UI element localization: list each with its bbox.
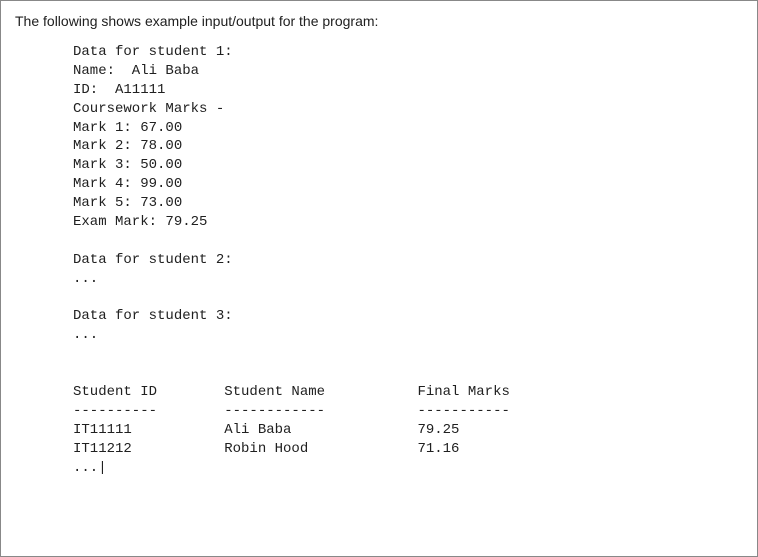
- intro-text: The following shows example input/output…: [15, 13, 743, 29]
- example-io-block: Data for student 1: Name: Ali Baba ID: A…: [73, 43, 743, 477]
- document-page: The following shows example input/output…: [0, 0, 758, 557]
